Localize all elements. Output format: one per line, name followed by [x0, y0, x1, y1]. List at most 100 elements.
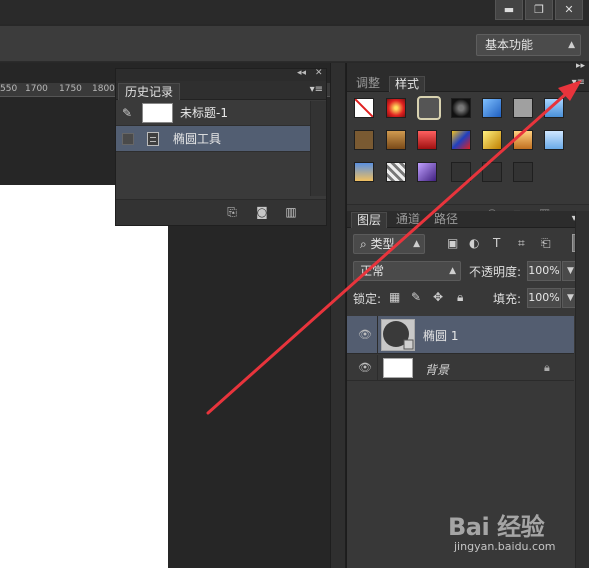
- close-button[interactable]: ✕: [555, 0, 583, 20]
- lock-all-icon[interactable]: 🔒︎: [457, 290, 463, 305]
- document-canvas[interactable]: [0, 185, 168, 568]
- style-swatch[interactable]: [354, 130, 374, 150]
- expand-icon[interactable]: ▸▸: [576, 61, 585, 71]
- tab-history[interactable]: 历史记录: [118, 83, 181, 100]
- camera-icon[interactable]: ◙: [254, 204, 270, 220]
- style-swatch-selected[interactable]: [417, 96, 441, 120]
- lock-transparent-icon[interactable]: ▦: [389, 290, 400, 304]
- trash-icon[interactable]: ▥: [283, 204, 299, 220]
- blend-mode-label: 正常: [360, 264, 385, 278]
- layer-name: 椭圆 1: [423, 329, 459, 343]
- history-panel: ◂◂ ✕ 历史记录 ▾≡ ✎ 未标题-1 椭圆工具 ⎘ ◙ ▥: [115, 68, 327, 226]
- lock-pixels-icon[interactable]: ✎: [411, 290, 421, 304]
- history-state-label: 椭圆工具: [173, 132, 222, 146]
- eye-icon[interactable]: 👁︎: [358, 328, 372, 341]
- pixel-filter-icon[interactable]: ▣: [447, 236, 458, 250]
- watermark-url: jingyan.baidu.com: [454, 540, 556, 553]
- ruler-tick: 1800: [92, 84, 115, 94]
- style-swatch[interactable]: [451, 98, 471, 118]
- history-source-checkbox[interactable]: [122, 132, 134, 145]
- style-swatch[interactable]: [544, 130, 564, 150]
- layer-row-background[interactable]: 👁︎ 背景 🔒︎: [347, 355, 574, 381]
- style-swatch-empty[interactable]: [513, 162, 533, 182]
- eye-icon[interactable]: 👁︎: [358, 361, 372, 374]
- history-toolbar: ⎘ ◙ ▥: [116, 199, 326, 225]
- opacity-input[interactable]: 100%: [527, 261, 561, 281]
- filter-kind-dropdown[interactable]: ⌕ 类型 ▲: [353, 234, 425, 254]
- dock-header: ▸▸: [347, 61, 589, 75]
- style-swatch[interactable]: [417, 130, 437, 150]
- tab-styles[interactable]: 样式: [389, 76, 426, 92]
- tab-paths[interactable]: 路径: [429, 212, 463, 228]
- blend-row: 正常 ▲ 不透明度: 100% ▼: [351, 261, 583, 283]
- right-panel-dock: ▸▸ 调整 样式 ▾≡ ⊘ ▫ ▥: [346, 61, 589, 568]
- type-filter-icon[interactable]: T: [493, 236, 500, 250]
- chevron-updown-icon: ▲: [449, 266, 456, 276]
- baidu-watermark: Bai 经验 jingyan.baidu.com: [448, 507, 578, 562]
- options-bar: 基本功能 ▲: [0, 26, 589, 62]
- style-swatch[interactable]: [451, 130, 471, 150]
- panel-menu-icon[interactable]: ▾≡: [572, 77, 585, 88]
- blend-mode-dropdown[interactable]: 正常 ▲: [353, 261, 461, 281]
- style-swatch[interactable]: [354, 162, 374, 182]
- style-swatch[interactable]: [513, 130, 533, 150]
- styles-tab-row: 调整 样式 ▾≡: [347, 75, 589, 92]
- smart-object-filter-icon[interactable]: ⎗: [541, 236, 551, 251]
- history-tab-row: 历史记录 ▾≡: [116, 81, 326, 100]
- style-swatch[interactable]: [386, 130, 406, 150]
- style-swatch[interactable]: [482, 130, 502, 150]
- layer-filter-row: ⌕ 类型 ▲ ▣ ◐ T ⌗ ⎗: [351, 234, 583, 256]
- layers-tab-row: 图层 通道 路径 ▾≡: [347, 211, 589, 228]
- window-controls: ▬ ❐ ✕: [495, 0, 583, 20]
- fill-input[interactable]: 100%: [527, 288, 561, 308]
- lock-row: 锁定: ▦ ✎ ✥ 🔒︎ 填充: 100% ▼: [351, 288, 583, 310]
- layer-thumbnail: [381, 319, 415, 351]
- workspace-switcher[interactable]: 基本功能 ▲: [476, 34, 581, 56]
- ruler-tick: 1750: [59, 84, 82, 94]
- snapshot-label: 未标题-1: [180, 106, 228, 120]
- tab-layers[interactable]: 图层: [351, 212, 388, 228]
- watermark-logo: Bai 经验: [448, 513, 545, 541]
- divider: [377, 355, 378, 380]
- document-icon: [147, 131, 159, 146]
- styles-grid: ⊘ ▫ ▥: [347, 92, 589, 222]
- history-snapshot[interactable]: ✎ 未标题-1: [116, 100, 326, 126]
- style-swatch[interactable]: [386, 162, 406, 182]
- opacity-label: 不透明度:: [469, 265, 522, 279]
- restore-button[interactable]: ❐: [525, 0, 553, 20]
- tab-channels[interactable]: 通道: [391, 212, 425, 228]
- new-document-from-state-icon[interactable]: ⎘: [224, 204, 240, 220]
- no-style-slash-icon: [354, 98, 374, 118]
- close-icon[interactable]: ✕: [315, 68, 323, 78]
- chevron-updown-icon: ▲: [413, 239, 420, 249]
- layer-name: 背景: [425, 363, 450, 377]
- search-icon: ⌕: [360, 237, 371, 251]
- tab-adjustments[interactable]: 调整: [351, 76, 385, 92]
- layer-thumbnail: [383, 358, 413, 378]
- lock-icon: 🔒︎: [544, 361, 550, 374]
- style-swatch-empty[interactable]: [451, 162, 471, 182]
- snapshot-thumbnail: [142, 102, 173, 123]
- minimize-button[interactable]: ▬: [495, 0, 523, 20]
- adjustment-filter-icon[interactable]: ◐: [469, 236, 479, 250]
- style-swatch[interactable]: [513, 98, 533, 118]
- shape-filter-icon[interactable]: ⌗: [518, 236, 525, 251]
- style-swatch[interactable]: [482, 98, 502, 118]
- style-swatch-empty[interactable]: [482, 162, 502, 182]
- lock-label: 锁定:: [353, 292, 382, 306]
- history-brush-icon[interactable]: ✎: [122, 106, 138, 120]
- layer-row-ellipse[interactable]: 👁︎ 椭圆 1: [347, 316, 574, 354]
- style-swatch[interactable]: [544, 98, 564, 118]
- style-swatch[interactable]: [386, 98, 406, 118]
- panel-menu-icon[interactable]: ▾≡: [310, 84, 323, 95]
- style-swatch-none[interactable]: [354, 98, 374, 118]
- lock-position-icon[interactable]: ✥: [433, 290, 443, 304]
- divider: [377, 316, 378, 353]
- ellipse-shape-icon: [383, 321, 414, 350]
- style-swatch[interactable]: [417, 162, 437, 182]
- workspace-label: 基本功能: [485, 38, 534, 52]
- chevron-updown-icon: ▲: [568, 40, 575, 50]
- history-scrollbar[interactable]: [310, 101, 326, 196]
- collapse-icon[interactable]: ◂◂: [297, 68, 306, 78]
- history-state[interactable]: 椭圆工具: [116, 126, 326, 152]
